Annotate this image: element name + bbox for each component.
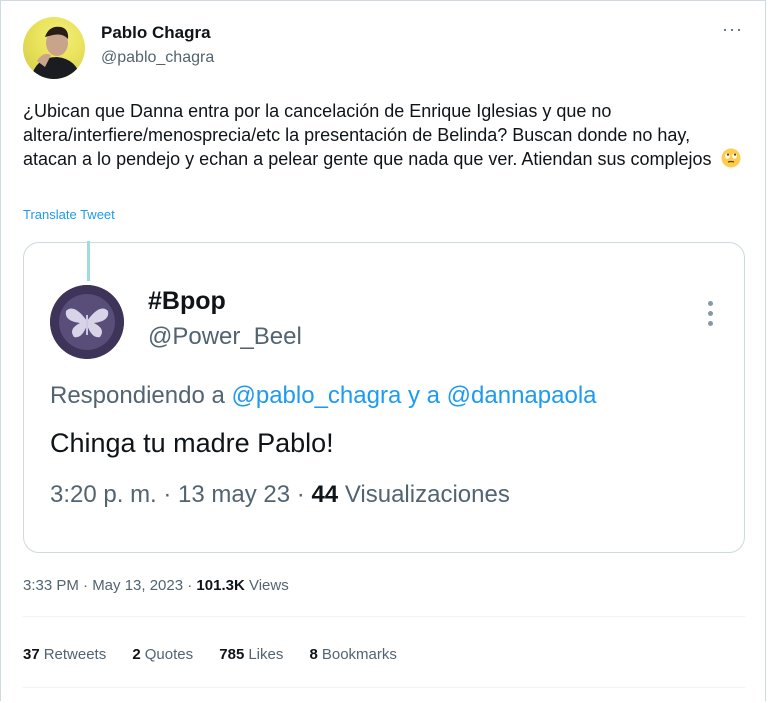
divider xyxy=(23,687,745,688)
reply-prefix: Respondiendo a xyxy=(50,382,225,409)
author-name[interactable]: Pablo Chagra xyxy=(101,23,211,43)
views-label: Views xyxy=(248,577,289,594)
tweet-container: Pablo Chagra @pablo_chagra ··· ¿Ubican q… xyxy=(0,0,766,701)
face-with-rolling-eyes-emoji-icon xyxy=(721,148,741,168)
reply-mention-pablo[interactable]: @pablo_chagra xyxy=(231,382,401,409)
quoted-tweet-card[interactable]: #Bpop @Power_Beel Respondiendo a @pablo_… xyxy=(23,242,745,553)
thread-connector-line xyxy=(87,241,90,281)
stat-quotes[interactable]: 2 Quotes xyxy=(132,646,193,663)
more-options-icon[interactable]: ··· xyxy=(722,19,743,40)
quoted-tweet-text: Chinga tu madre Pablo! xyxy=(50,428,334,458)
reply-context: Respondiendo a @pablo_chagra y a @dannap… xyxy=(50,382,597,410)
quoted-views-count: 44 xyxy=(311,481,339,508)
quoted-author-handle[interactable]: @Power_Beel xyxy=(148,323,302,351)
author-handle[interactable]: @pablo_chagra xyxy=(101,49,214,67)
tweet-time[interactable]: 3:33 PM · May 13, 2023 · xyxy=(23,577,192,594)
quoted-tweet-time[interactable]: 3:20 p. m. · 13 may 23 · xyxy=(50,481,305,508)
stat-likes[interactable]: 785 Likes xyxy=(219,646,283,663)
translate-tweet-link[interactable]: Translate Tweet xyxy=(23,207,115,222)
quoted-author-name[interactable]: #Bpop xyxy=(148,287,226,316)
quoted-more-options-icon[interactable] xyxy=(708,301,714,327)
profile-photo-icon xyxy=(31,26,81,79)
engagement-stats: 37 Retweets 2 Quotes 785 Likes 8 Bookmarks xyxy=(23,646,419,663)
tweet-text: ¿Ubican que Danna entra por la cancelaci… xyxy=(23,99,743,171)
stat-bookmarks[interactable]: 8 Bookmarks xyxy=(310,646,397,663)
quoted-tweet-meta: 3:20 p. m. · 13 may 23 · 44 Visualizacio… xyxy=(50,481,510,509)
quoted-views-label: Visualizaciones xyxy=(344,481,510,508)
stat-retweets[interactable]: 37 Retweets xyxy=(23,646,106,663)
tweet-meta: 3:33 PM · May 13, 2023 · 101.3K Views xyxy=(23,577,289,594)
quoted-author-avatar[interactable] xyxy=(50,285,124,359)
reply-mention-danna[interactable]: @dannapaola xyxy=(447,382,597,409)
views-count: 101.3K xyxy=(196,577,245,594)
divider xyxy=(23,616,745,617)
tweet-text-content: ¿Ubican que Danna entra por la cancelaci… xyxy=(23,101,712,169)
reply-conjunction: y a xyxy=(407,382,440,409)
butterfly-icon xyxy=(50,285,124,359)
author-avatar[interactable] xyxy=(23,17,85,79)
